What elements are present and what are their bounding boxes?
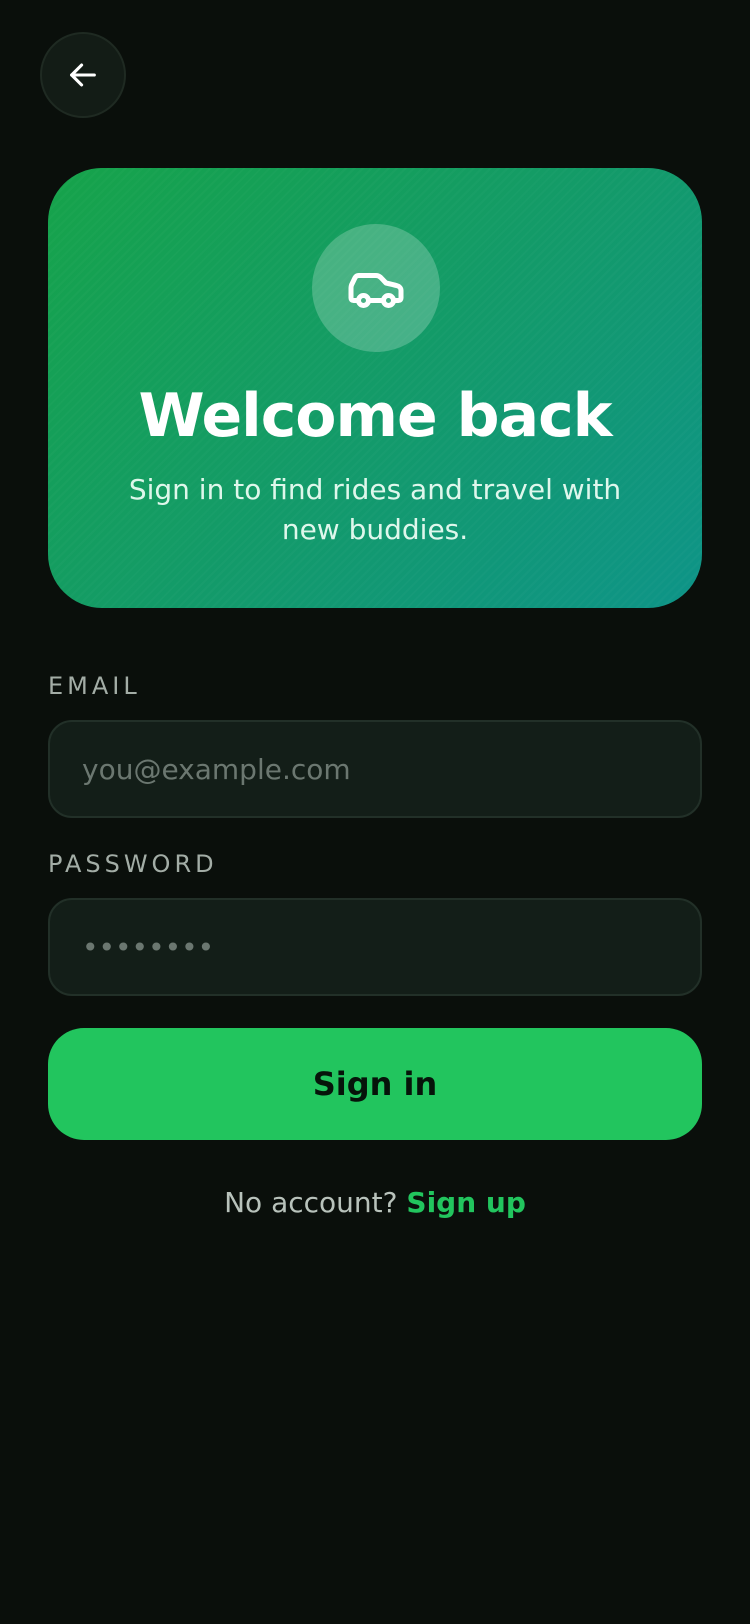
signup-prompt: No account? Sign up — [0, 1186, 750, 1219]
password-field[interactable] — [50, 900, 700, 994]
sign-in-button[interactable]: Sign in — [48, 1028, 702, 1140]
arrow-left-icon — [70, 63, 96, 87]
email-field[interactable] — [50, 722, 700, 816]
back-button[interactable] — [40, 32, 126, 118]
password-label: PASSWORD — [48, 850, 218, 878]
email-field-container — [48, 720, 702, 818]
car-icon — [348, 273, 404, 308]
login-screen: Welcome back Sign in to find rides and t… — [0, 0, 750, 1624]
no-account-text: No account? — [224, 1186, 398, 1219]
welcome-card: Welcome back Sign in to find rides and t… — [48, 168, 702, 608]
password-field-container — [48, 898, 702, 996]
page-title: Welcome back — [138, 381, 612, 451]
car-icon-badge — [312, 224, 440, 352]
email-label: EMAIL — [48, 672, 141, 700]
page-subtitle: Sign in to find rides and travel with ne… — [128, 473, 622, 546]
sign-up-link[interactable]: Sign up — [406, 1186, 525, 1219]
